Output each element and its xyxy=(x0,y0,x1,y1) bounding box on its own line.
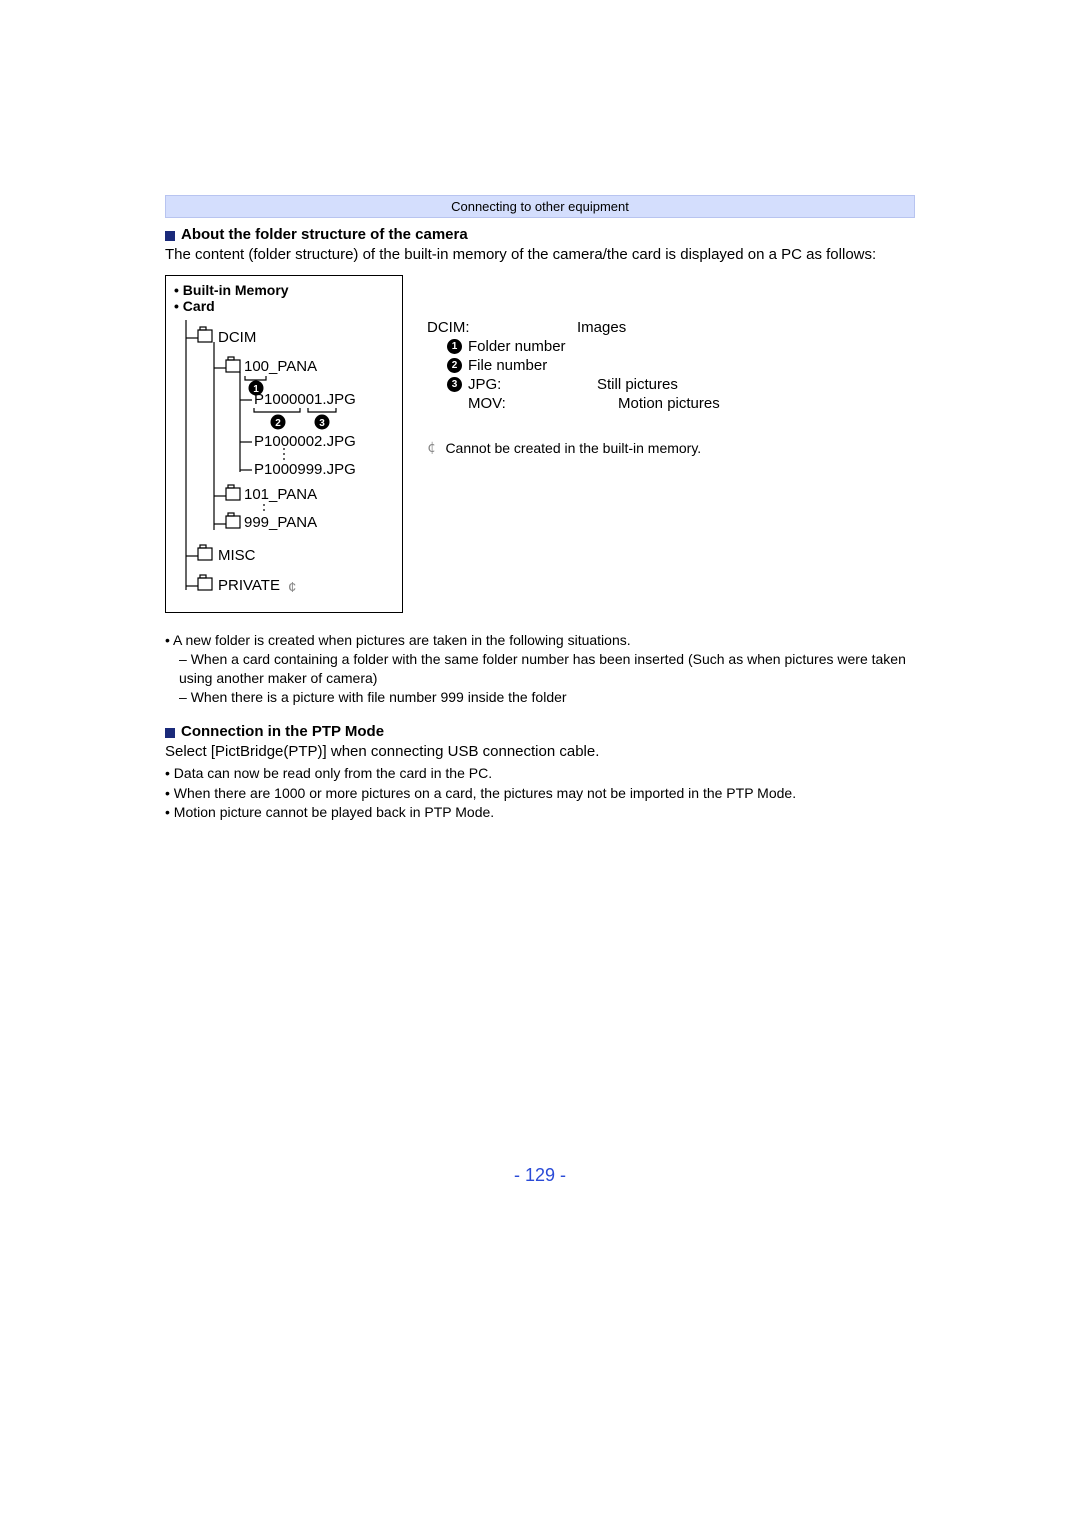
note-1: A new folder is created when pictures ar… xyxy=(173,632,631,648)
svg-text:3: 3 xyxy=(319,418,325,429)
legend-mov-label: MOV: xyxy=(468,395,506,412)
tree-999pana: 999_PANA xyxy=(244,514,317,531)
ptp-note-3: Motion picture cannot be played back in … xyxy=(174,804,494,820)
callout-2-icon: 2 xyxy=(447,358,462,373)
legend-jpg-value: Still pictures xyxy=(597,376,915,393)
legend-jpg-label: JPG: xyxy=(468,376,501,393)
ptp-note-2: When there are 1000 or more pictures on … xyxy=(174,785,796,801)
tree-file-2: P1000002.JPG xyxy=(254,433,356,450)
section-2-intro: Select [PictBridge(PTP)] when connecting… xyxy=(165,742,915,762)
ptp-note-1: Data can now be read only from the card … xyxy=(174,765,492,781)
callout-3-icon: 3 xyxy=(447,377,462,392)
legend-folder-number: Folder number xyxy=(468,338,566,355)
breadcrumb: Connecting to other equipment xyxy=(165,195,915,218)
tree-dcim: DCIM xyxy=(218,329,256,346)
legend-mov-value: Motion pictures xyxy=(618,395,915,412)
tree-private: PRIVATE xyxy=(218,577,280,594)
folder-tree-diagram: DCIM 100_PANA P1000001.JPG P1000002.JPG … xyxy=(174,320,378,600)
square-bullet-icon xyxy=(165,728,175,738)
section-2-heading: Connection in the PTP Mode xyxy=(165,723,915,740)
tree-box-line-1: • Built-in Memory xyxy=(174,282,394,298)
asterisk-icon: ¢ xyxy=(427,440,435,456)
tree-misc: MISC xyxy=(218,547,256,564)
svg-text:1: 1 xyxy=(253,384,259,395)
tree-file-1: P1000001.JPG xyxy=(254,391,356,408)
legend-file-number: File number xyxy=(468,357,547,374)
svg-text:2: 2 xyxy=(275,418,281,429)
page-number: - 129 - xyxy=(0,1165,1080,1186)
tree-100pana: 100_PANA xyxy=(244,358,317,375)
section-2-bullets: • Data can now be read only from the car… xyxy=(165,764,915,823)
note-1a: When a card containing a folder with the… xyxy=(179,651,906,686)
folder-structure-block: • Built-in Memory • Card xyxy=(165,275,915,613)
legend: DCIM: Images 1 Folder number 2 File numb… xyxy=(427,275,915,456)
page: Connecting to other equipment About the … xyxy=(0,0,1080,823)
tree-asterisk: ¢ xyxy=(288,579,296,596)
legend-dcim-value: Images xyxy=(577,319,915,336)
tree-box: • Built-in Memory • Card xyxy=(165,275,403,613)
tree-101pana: 101_PANA xyxy=(244,486,317,503)
tree-box-line-2: • Card xyxy=(174,298,394,314)
section-2-title: Connection in the PTP Mode xyxy=(181,723,384,740)
callout-1-icon: 1 xyxy=(447,339,462,354)
note-1b: When there is a picture with file number… xyxy=(191,689,567,705)
square-bullet-icon xyxy=(165,231,175,241)
legend-asterisk-note: ¢ Cannot be created in the built-in memo… xyxy=(427,440,915,456)
notes-block-1: • A new folder is created when pictures … xyxy=(165,631,915,707)
section-1-heading: About the folder structure of the camera xyxy=(165,226,915,243)
section-1-intro: The content (folder structure) of the bu… xyxy=(165,245,915,265)
legend-dcim-label: DCIM: xyxy=(427,319,470,336)
section-1-title: About the folder structure of the camera xyxy=(181,226,468,243)
tree-file-999: P1000999.JPG xyxy=(254,461,356,478)
